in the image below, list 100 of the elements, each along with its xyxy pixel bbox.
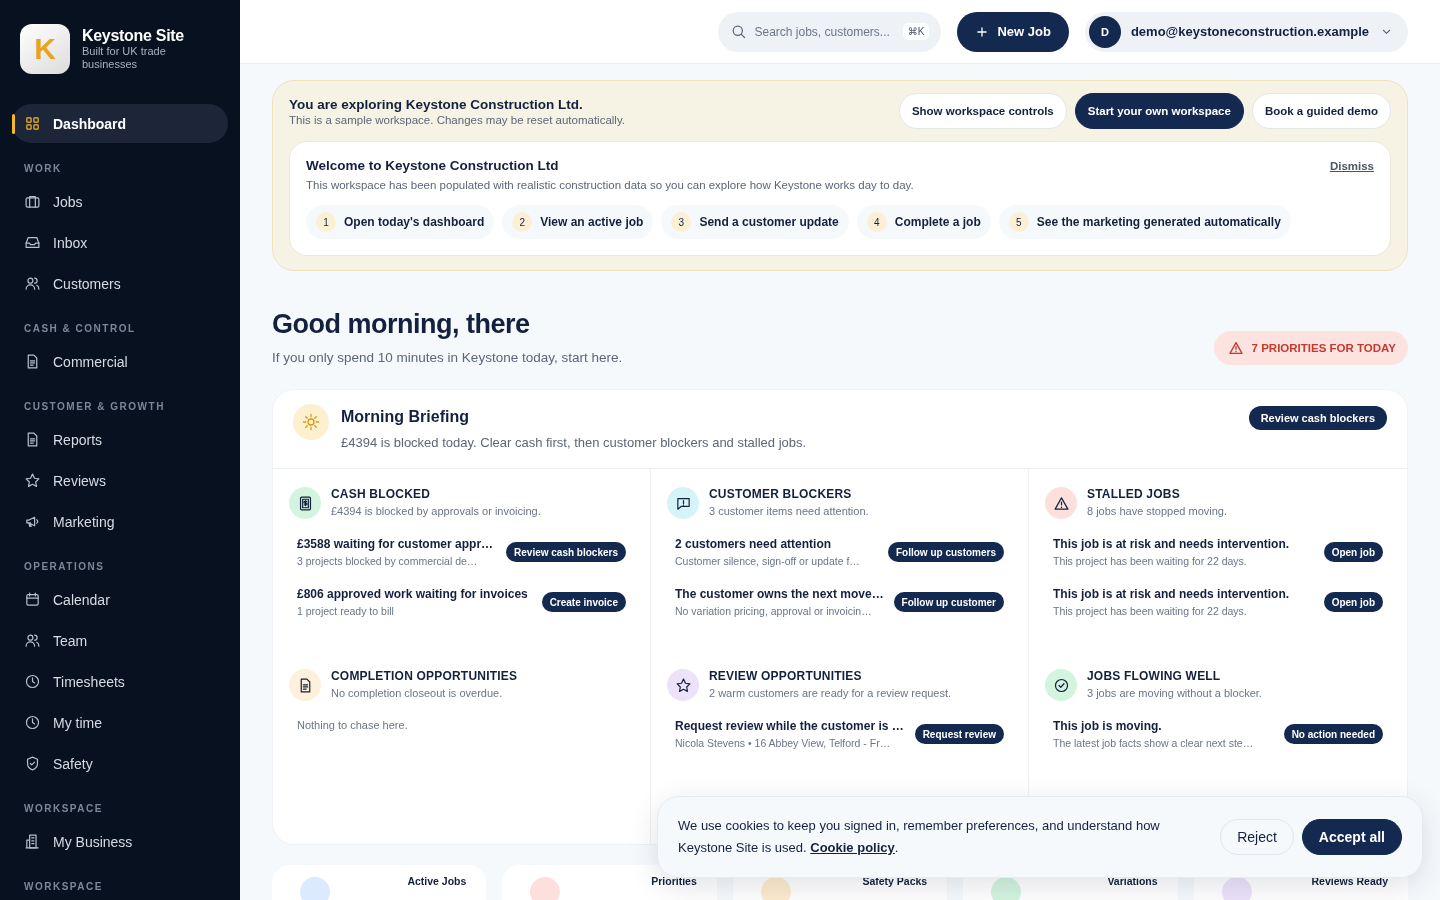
sidebar-item[interactable]: Inbox bbox=[12, 223, 228, 262]
people-icon bbox=[24, 275, 41, 292]
banner-button[interactable]: Start your own workspace bbox=[1074, 93, 1244, 129]
banner-text: This is a sample workspace. Changes may be reset automatically. bbox=[289, 113, 625, 126]
briefing-text: £4394 is blocked today. Clear cash first, then customer blockers and stalled jobs. bbox=[341, 435, 808, 450]
section-title: CASH BLOCKED bbox=[331, 487, 432, 501]
action-button[interactable]: Open job bbox=[1323, 592, 1383, 612]
user-email: demo@keystoneconstruction.example bbox=[1130, 24, 1369, 39]
sidebar-item[interactable]: Safety bbox=[12, 744, 228, 783]
step-label: Complete a job bbox=[894, 215, 981, 229]
step-number: 2 bbox=[512, 212, 533, 232]
step-button[interactable]: 1 Open today's dashboard bbox=[306, 205, 495, 239]
step-label: Open today's dashboard bbox=[344, 215, 485, 229]
sidebar-item[interactable]: Marketing bbox=[12, 502, 228, 541]
empty-text: Nothing to chase here. bbox=[296, 719, 409, 731]
section-title: REVIEW OPPORTUNITIES bbox=[709, 669, 863, 683]
step-label: View an active job bbox=[540, 215, 644, 229]
action-button[interactable]: No action needed bbox=[1283, 724, 1383, 744]
clock-icon bbox=[24, 714, 41, 731]
calendar-icon bbox=[24, 591, 41, 608]
action-button[interactable]: Follow up customer bbox=[893, 592, 1004, 612]
section-subtitle: 3 customer items need attention. bbox=[709, 505, 869, 517]
priorities-badge: 7 PRIORITIES FOR TODAY bbox=[1213, 331, 1408, 365]
step-label: Send a customer update bbox=[699, 215, 839, 229]
step-number: 5 bbox=[1008, 212, 1029, 232]
item-title: This job is at risk and needs intervention. bbox=[1053, 587, 1290, 601]
action-button[interactable]: Open job bbox=[1323, 542, 1383, 562]
sidebar-item[interactable]: Team bbox=[12, 621, 228, 660]
step-number: 3 bbox=[671, 212, 692, 232]
new-job-button[interactable]: New Job bbox=[957, 11, 1069, 52]
action-button[interactable]: Request review bbox=[914, 724, 1004, 744]
item-detail: 3 projects blocked by commercial de… bbox=[297, 555, 479, 567]
item-title: This job is moving. bbox=[1053, 719, 1163, 733]
item-title: Request review while the customer is … bbox=[675, 719, 904, 733]
sidebar-item[interactable]: Jobs bbox=[12, 182, 228, 221]
account-menu[interactable]: D demo@keystoneconstruction.example bbox=[1084, 11, 1408, 52]
section-label: OPERATIONS bbox=[23, 561, 106, 572]
review-button[interactable]: Review cash blockers bbox=[1248, 406, 1387, 430]
people-icon bbox=[24, 632, 41, 649]
step-button[interactable]: 4 Complete a job bbox=[856, 205, 991, 239]
sun-icon bbox=[293, 404, 329, 440]
section-subtitle: 2 warm customers are ready for a review request. bbox=[709, 687, 952, 699]
reject-button[interactable]: Reject bbox=[1220, 819, 1294, 855]
cookie-policy-link[interactable]: Cookie policy bbox=[810, 840, 895, 855]
section-subtitle: £4394 is blocked by approvals or invoicing. bbox=[331, 505, 541, 517]
section-title: STALLED JOBS bbox=[1087, 487, 1181, 501]
briefing-title: Morning Briefing bbox=[341, 408, 470, 426]
stat-label: Active Jobs bbox=[407, 875, 467, 887]
action-button[interactable]: Create invoice bbox=[541, 592, 626, 612]
section-label: CUSTOMER & GROWTH bbox=[23, 401, 166, 412]
clock-icon bbox=[24, 673, 41, 690]
item-detail: This project has been waiting for 22 days. bbox=[1053, 605, 1248, 617]
item-detail: No variation pricing, approval or invoicin… bbox=[675, 605, 873, 617]
stat-label: Variations bbox=[1107, 875, 1158, 887]
welcome-text: This workspace has been populated with realistic construction data so you can explore how Keystone works day to day. bbox=[306, 179, 915, 191]
inbox-icon bbox=[24, 234, 41, 251]
item-detail: Nicola Stevens • 16 Abbey View, Telford - Fr… bbox=[675, 737, 892, 749]
section-subtitle: 3 jobs are moving without a blocker. bbox=[1087, 687, 1262, 699]
section-title: JOBS FLOWING WELL bbox=[1087, 669, 1222, 683]
dismiss-link[interactable]: Dismiss bbox=[1329, 159, 1374, 172]
sidebar-item[interactable]: Reports bbox=[12, 420, 228, 459]
sidebar-item[interactable]: Dashboard bbox=[12, 104, 228, 143]
item-title: £806 approved work waiting for invoices bbox=[297, 587, 528, 601]
warning-icon bbox=[1227, 340, 1244, 356]
item-title: The customer owns the next move… bbox=[675, 587, 884, 601]
brand-name: Keystone Site bbox=[82, 27, 184, 45]
star-icon bbox=[24, 472, 41, 489]
sidebar-item[interactable]: Calendar bbox=[12, 580, 228, 619]
section-subtitle: No completion closeout is overdue. bbox=[331, 687, 504, 699]
sidebar-item[interactable]: My Business bbox=[12, 822, 228, 861]
sidebar-item[interactable]: My time bbox=[12, 703, 228, 742]
brand-tagline: Built for UK trade businesses bbox=[82, 45, 167, 71]
item-detail: 1 project ready to bill bbox=[297, 605, 395, 617]
banner-title: You are exploring Keystone Construction Ltd. bbox=[289, 96, 584, 112]
step-number: 4 bbox=[866, 212, 887, 232]
stat-label: Priorities bbox=[651, 875, 697, 887]
section-label: CASH & CONTROL bbox=[23, 323, 137, 334]
accept-button[interactable]: Accept all bbox=[1301, 819, 1402, 855]
sidebar-item[interactable]: Reviews bbox=[12, 461, 228, 500]
item-detail: The latest job facts show a clear next ste… bbox=[1053, 737, 1254, 749]
step-button[interactable]: 5 See the marketing generated automatically bbox=[998, 205, 1291, 239]
section-label: WORK bbox=[23, 163, 63, 174]
section-title: CUSTOMER BLOCKERS bbox=[709, 487, 853, 501]
sidebar-item[interactable]: Timesheets bbox=[12, 662, 228, 701]
banner-button[interactable]: Show workspace controls bbox=[898, 93, 1067, 129]
sidebar-item[interactable]: Customers bbox=[12, 264, 228, 303]
shield-icon bbox=[24, 755, 41, 772]
sidebar-item[interactable]: Commercial bbox=[12, 342, 228, 381]
cookie-text: We use cookies to keep you signed in, remember preferences, and understand how Keystone Site is used. Cookie policy. bbox=[678, 817, 1161, 857]
step-label: See the marketing generated automatically bbox=[1036, 215, 1281, 229]
action-button[interactable]: Review cash blockers bbox=[506, 542, 626, 562]
item-title: 2 customers need attention bbox=[675, 537, 833, 551]
banner-button[interactable]: Book a guided demo bbox=[1251, 93, 1391, 129]
step-button[interactable]: 3 Send a customer update bbox=[661, 205, 849, 239]
greeting-title: Good morning, there bbox=[272, 309, 531, 340]
step-button[interactable]: 2 View an active job bbox=[502, 205, 654, 239]
section-label: WORKSPACE bbox=[23, 803, 104, 814]
welcome-title: Welcome to Keystone Construction Ltd bbox=[306, 158, 559, 173]
grid-icon bbox=[24, 115, 41, 132]
action-button[interactable]: Follow up customers bbox=[888, 542, 1004, 562]
